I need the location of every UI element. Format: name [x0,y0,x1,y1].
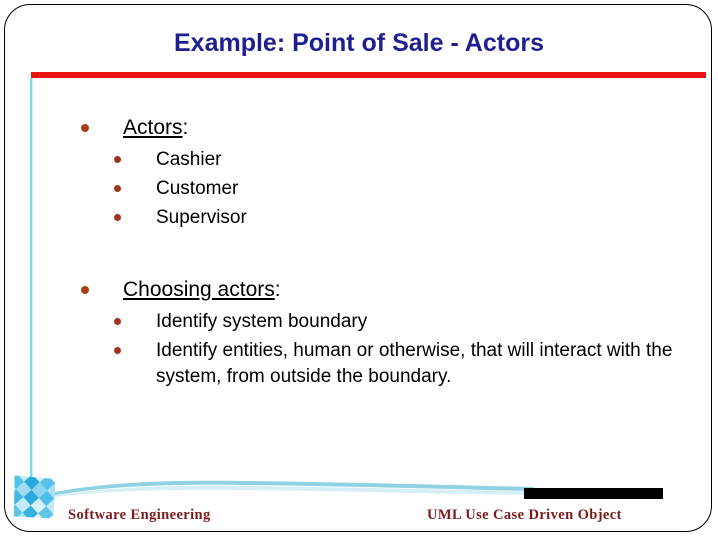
footer-black-bar [524,488,663,499]
section-heading-suffix: : [274,278,281,301]
list-item: Identify entities, human or otherwise, t… [78,338,678,390]
list-item-label: Supervisor [156,207,247,228]
sub-bullet-list: Cashier Customer Supervisor [78,147,678,231]
bullet-dot-icon [114,318,121,325]
footer-swoosh-decoration [44,480,534,498]
bullet-dot-icon [114,214,121,221]
list-item-label: Identify system boundary [156,311,368,332]
list-item-label: Cashier [156,149,222,170]
bullet-dot-icon [114,185,121,192]
bullet-dot-icon [114,156,121,163]
left-accent-line-highlight [32,78,33,490]
slide-title: Example: Point of Sale - Actors [174,29,544,57]
list-item: Cashier [78,147,678,173]
title-divider-rule [31,72,706,78]
bullet-dot-icon [81,286,89,294]
checkerboard-diamond-logo [2,464,66,528]
slide-canvas: Example: Point of Sale - Actors Actors: … [0,0,718,538]
bullet-dot-icon [81,124,89,132]
bullet-level1: Choosing actors: [78,276,678,303]
slide-body: Actors: Cashier Customer Supervisor Choo… [78,114,678,393]
section-heading-suffix: : [182,116,189,139]
list-item: Identify system boundary [78,309,678,335]
section-heading: Choosing actors [123,278,275,301]
list-item-label: Identify entities, human or otherwise, t… [156,340,673,387]
bullet-dot-icon [114,347,121,354]
list-item: Supervisor [78,205,678,231]
bullet-level1: Actors: [78,114,678,141]
section-heading: Actors [123,116,183,139]
slide-footer: Software Engineering UML Use Case Driven… [0,462,718,538]
footer-right-label: UML Use Case Driven Object [427,507,622,523]
sub-bullet-list: Identify system boundary Identify entiti… [78,309,678,390]
list-item: Customer [78,176,678,202]
list-item-label: Customer [156,178,239,199]
footer-left-label: Software Engineering [68,507,211,523]
